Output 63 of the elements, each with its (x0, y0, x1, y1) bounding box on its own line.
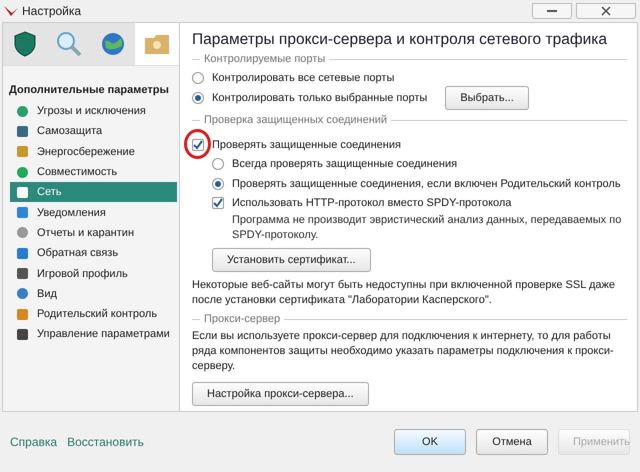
option-label: Всегда проверять защищенные соединения (232, 158, 458, 170)
tab[interactable] (3, 23, 47, 65)
dialog-button[interactable]: Отмена (476, 429, 548, 455)
category-icon (16, 124, 29, 138)
sidebar-item[interactable]: Управление параметрами (10, 324, 177, 345)
radio-button[interactable] (192, 72, 204, 84)
category-icon (16, 166, 29, 179)
category-icon (16, 206, 29, 220)
sidebar-item[interactable]: Самозащита (10, 121, 177, 142)
info-text: Если вы используете прокси-сервер для подключения к интернету, то для работы ряда компонентов защиты необходимо указать параметры подключения к прокси-серверу. (192, 329, 615, 374)
option-label: Проверять защищенные соединения (212, 138, 401, 151)
category-icon (16, 287, 29, 300)
sidebar-item[interactable]: Отчеты и карантин (10, 222, 177, 244)
option-label: Контролировать все сетевые порты (212, 72, 394, 84)
page-title: Параметры прокси-сервера и контроля сетевого трафика (192, 31, 608, 49)
sidebar-item[interactable]: Игровой профиль (10, 263, 177, 284)
close-icon (601, 6, 611, 16)
sidebar-item[interactable]: Сеть (10, 182, 177, 202)
footer-link[interactable]: Справка (10, 435, 58, 449)
group-title: Прокси-сервер (204, 313, 280, 325)
dialog-button[interactable]: OK (394, 429, 466, 455)
footer-link[interactable]: Восстановить (67, 435, 144, 449)
group-title: Проверка защищенных соединений (204, 114, 388, 126)
select-button[interactable]: Выбрать... (445, 86, 529, 110)
action-button[interactable]: Настройка прокси-сервера... (192, 382, 369, 406)
sidebar-item[interactable]: Энергосбережение (10, 142, 177, 162)
category-icon (16, 308, 29, 321)
sidebar-item[interactable]: Уведомления (10, 202, 177, 223)
sidebar-item[interactable]: Обратная связь (10, 243, 177, 264)
category-icon (16, 145, 29, 158)
minimize-icon (547, 10, 557, 12)
action-button[interactable]: Установить сертификат... (212, 248, 371, 272)
category-icon (16, 104, 29, 118)
globe-icon (100, 31, 126, 57)
window-title: Настройка (22, 4, 82, 18)
category-icon (16, 226, 29, 240)
category-icon (16, 246, 29, 260)
app-logo-icon (4, 4, 18, 18)
sidebar-heading: Дополнительные параметры (8, 83, 170, 98)
checkbox[interactable] (212, 197, 224, 210)
tab[interactable] (91, 23, 135, 65)
category-icon (16, 267, 29, 280)
sidebar-item[interactable]: Родительский контроль (10, 304, 177, 324)
sidebar-item[interactable]: Угрозы и исключения (10, 101, 177, 122)
info-text: Некоторые веб-сайты могут быть недоступны при включенной проверке SSL даже после установки сертификата "Лаборатории Касперского". (192, 278, 616, 308)
radio-button[interactable] (212, 178, 224, 190)
option-description: Программа не производит эвристический анализ данных, передаваемых по SPDY-протоколу. (231, 213, 622, 243)
option-label: Контролировать только выбранные порты (212, 92, 428, 104)
shield-icon (14, 31, 36, 57)
sidebar-item[interactable]: Вид (10, 284, 177, 304)
close-button[interactable] (576, 3, 636, 19)
radio-button[interactable] (212, 158, 224, 170)
category-icon (16, 186, 29, 199)
group-title: Контролируемые порты (204, 53, 326, 65)
option-label: Проверять защищенные соединения, если включен Родительский контроль (232, 178, 621, 190)
folder-icon (144, 33, 170, 55)
radio-button[interactable] (192, 92, 204, 104)
option-label: Использовать HTTP-протокол вместо SPDY-протокола (232, 197, 512, 210)
checkbox[interactable] (192, 138, 204, 151)
sidebar-item[interactable]: Совместимость (10, 162, 177, 182)
minimize-button[interactable] (532, 3, 572, 19)
category-icon (16, 328, 29, 341)
search-icon (56, 31, 82, 57)
